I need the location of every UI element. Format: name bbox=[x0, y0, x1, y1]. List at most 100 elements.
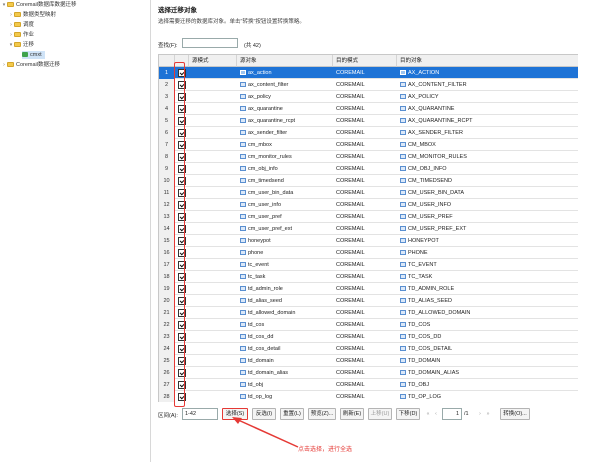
row-checkbox-cell[interactable] bbox=[175, 355, 189, 367]
move-down-button[interactable]: 下移(D) bbox=[396, 408, 420, 420]
row-checkbox-cell[interactable] bbox=[175, 127, 189, 139]
checkbox-checked-icon[interactable] bbox=[178, 321, 186, 329]
row-checkbox-cell[interactable] bbox=[175, 319, 189, 331]
row-checkbox-cell[interactable] bbox=[175, 391, 189, 402]
row-checkbox-cell[interactable] bbox=[175, 259, 189, 271]
checkbox-checked-icon[interactable] bbox=[178, 273, 186, 281]
table-row[interactable]: 28 td_op_log COREMAIL TD_OP_LOG bbox=[159, 391, 578, 402]
row-checkbox-cell[interactable] bbox=[175, 379, 189, 391]
range-input[interactable]: 1-42 bbox=[182, 408, 218, 420]
table-row[interactable]: 16 phone COREMAIL PHONE bbox=[159, 247, 578, 259]
checkbox-checked-icon[interactable] bbox=[178, 393, 186, 401]
table-row[interactable]: 3 ax_policy COREMAIL AX_POLICY bbox=[159, 91, 578, 103]
tree-item-cmxt[interactable]: cmxt bbox=[22, 51, 45, 59]
checkbox-checked-icon[interactable] bbox=[178, 69, 186, 77]
checkbox-checked-icon[interactable] bbox=[178, 261, 186, 269]
checkbox-checked-icon[interactable] bbox=[178, 189, 186, 197]
tree-item-schedule[interactable]: › 调度 bbox=[8, 21, 34, 29]
row-checkbox-cell[interactable] bbox=[175, 331, 189, 343]
row-checkbox-cell[interactable] bbox=[175, 247, 189, 259]
checkbox-checked-icon[interactable] bbox=[178, 177, 186, 185]
checkbox-checked-icon[interactable] bbox=[178, 237, 186, 245]
column-header-source-object[interactable]: 源对象 bbox=[237, 55, 333, 67]
table-row[interactable]: 1 ax_action COREMAIL AX_ACTION bbox=[159, 67, 578, 79]
checkbox-checked-icon[interactable] bbox=[178, 381, 186, 389]
row-checkbox-cell[interactable] bbox=[175, 151, 189, 163]
table-row[interactable]: 11 cm_user_bin_data COREMAIL CM_USER_BIN_DA… bbox=[159, 187, 578, 199]
row-checkbox-cell[interactable] bbox=[175, 67, 189, 79]
row-checkbox-cell[interactable] bbox=[175, 79, 189, 91]
column-header-target-schema[interactable]: 目的模式 bbox=[333, 55, 397, 67]
search-input[interactable] bbox=[182, 38, 238, 48]
row-checkbox-cell[interactable] bbox=[175, 115, 189, 127]
refresh-button[interactable]: 刷新(E) bbox=[340, 408, 364, 420]
checkbox-checked-icon[interactable] bbox=[178, 213, 186, 221]
checkbox-checked-icon[interactable] bbox=[178, 129, 186, 137]
table-row[interactable]: 7 cm_mbox COREMAIL CM_MBOX bbox=[159, 139, 578, 151]
checkbox-checked-icon[interactable] bbox=[178, 297, 186, 305]
table-row[interactable]: 12 cm_user_info COREMAIL CM_USER_INFO bbox=[159, 199, 578, 211]
row-checkbox-cell[interactable] bbox=[175, 139, 189, 151]
checkbox-checked-icon[interactable] bbox=[178, 333, 186, 341]
column-header-target-object[interactable]: 目的对象 bbox=[397, 55, 578, 67]
checkbox-checked-icon[interactable] bbox=[178, 93, 186, 101]
table-row[interactable]: 21 td_allowed_domain COREMAIL TD_ALLOWED_DO… bbox=[159, 307, 578, 319]
column-header-source-schema[interactable]: 源模式 bbox=[189, 55, 237, 67]
row-checkbox-cell[interactable] bbox=[175, 295, 189, 307]
table-row[interactable]: 10 cm_timedsend COREMAIL CM_TIMEDSEND bbox=[159, 175, 578, 187]
checkbox-checked-icon[interactable] bbox=[178, 345, 186, 353]
table-row[interactable]: 9 cm_obj_info COREMAIL CM_OBJ_INFO bbox=[159, 163, 578, 175]
table-row[interactable]: 4 ax_quarantine COREMAIL AX_QUARANTINE bbox=[159, 103, 578, 115]
column-header-check[interactable] bbox=[175, 55, 189, 67]
table-row[interactable]: 18 tc_task COREMAIL TC_TASK bbox=[159, 271, 578, 283]
tree-item-migration[interactable]: ▾ 迁移 bbox=[8, 41, 34, 49]
row-checkbox-cell[interactable] bbox=[175, 199, 189, 211]
previous-page-icon[interactable]: ‹ bbox=[432, 409, 440, 419]
row-checkbox-cell[interactable] bbox=[175, 211, 189, 223]
table-row[interactable]: 23 td_cos_dd COREMAIL TD_COS_DD bbox=[159, 331, 578, 343]
preview-button[interactable]: 预览(Z)... bbox=[308, 408, 336, 420]
table-row[interactable]: 6 ax_sender_filter COREMAIL AX_SENDER_FILTE… bbox=[159, 127, 578, 139]
row-checkbox-cell[interactable] bbox=[175, 271, 189, 283]
row-checkbox-cell[interactable] bbox=[175, 223, 189, 235]
checkbox-checked-icon[interactable] bbox=[178, 141, 186, 149]
first-page-icon[interactable]: « bbox=[424, 409, 432, 419]
row-checkbox-cell[interactable] bbox=[175, 343, 189, 355]
table-row[interactable]: 22 td_cos COREMAIL TD_COS bbox=[159, 319, 578, 331]
tree-root-coremail-migration[interactable]: ▾ Coremail数据库数据迁移 bbox=[1, 1, 77, 9]
row-checkbox-cell[interactable] bbox=[175, 163, 189, 175]
checkbox-checked-icon[interactable] bbox=[178, 165, 186, 173]
table-row[interactable]: 19 td_admin_role COREMAIL TD_ADMIN_ROLE bbox=[159, 283, 578, 295]
row-checkbox-cell[interactable] bbox=[175, 91, 189, 103]
table-row[interactable]: 14 cm_user_pref_ext COREMAIL CM_USER_PREF_E… bbox=[159, 223, 578, 235]
table-row[interactable]: 17 tc_event COREMAIL TC_EVENT bbox=[159, 259, 578, 271]
checkbox-checked-icon[interactable] bbox=[178, 153, 186, 161]
checkbox-checked-icon[interactable] bbox=[178, 105, 186, 113]
last-page-icon[interactable]: » bbox=[484, 409, 492, 419]
pane-divider[interactable] bbox=[150, 0, 151, 462]
checkbox-checked-icon[interactable] bbox=[178, 225, 186, 233]
row-checkbox-cell[interactable] bbox=[175, 235, 189, 247]
row-checkbox-cell[interactable] bbox=[175, 367, 189, 379]
checkbox-checked-icon[interactable] bbox=[178, 357, 186, 365]
tree-item-jobs[interactable]: › 作业 bbox=[8, 31, 34, 39]
table-row[interactable]: 24 td_cos_detail COREMAIL TD_COS_DETAIL bbox=[159, 343, 578, 355]
table-row[interactable]: 20 td_alias_seed COREMAIL TD_ALIAS_SEED bbox=[159, 295, 578, 307]
table-row[interactable]: 8 cm_monitor_rules COREMAIL CM_MONITOR_RULE… bbox=[159, 151, 578, 163]
checkbox-checked-icon[interactable] bbox=[178, 81, 186, 89]
table-row[interactable]: 27 td_obj COREMAIL TD_OBJ bbox=[159, 379, 578, 391]
checkbox-checked-icon[interactable] bbox=[178, 285, 186, 293]
move-up-button[interactable]: 上移(U) bbox=[368, 408, 392, 420]
row-checkbox-cell[interactable] bbox=[175, 175, 189, 187]
table-row[interactable]: 25 td_domain COREMAIL TD_DOMAIN bbox=[159, 355, 578, 367]
checkbox-checked-icon[interactable] bbox=[178, 201, 186, 209]
tree-root-coremail-data-migration[interactable]: › Coremail数据迁移 bbox=[1, 61, 60, 69]
checkbox-checked-icon[interactable] bbox=[178, 117, 186, 125]
table-row[interactable]: 15 honeypot COREMAIL HONEYPOT bbox=[159, 235, 578, 247]
table-row[interactable]: 13 cm_user_pref COREMAIL CM_USER_PREF bbox=[159, 211, 578, 223]
tree-item-type-mapping[interactable]: › 数据类型映射 bbox=[8, 11, 56, 19]
convert-button[interactable]: 转换(O)... bbox=[500, 408, 530, 420]
row-checkbox-cell[interactable] bbox=[175, 187, 189, 199]
page-number-input[interactable]: 1 bbox=[442, 408, 462, 420]
checkbox-checked-icon[interactable] bbox=[178, 369, 186, 377]
